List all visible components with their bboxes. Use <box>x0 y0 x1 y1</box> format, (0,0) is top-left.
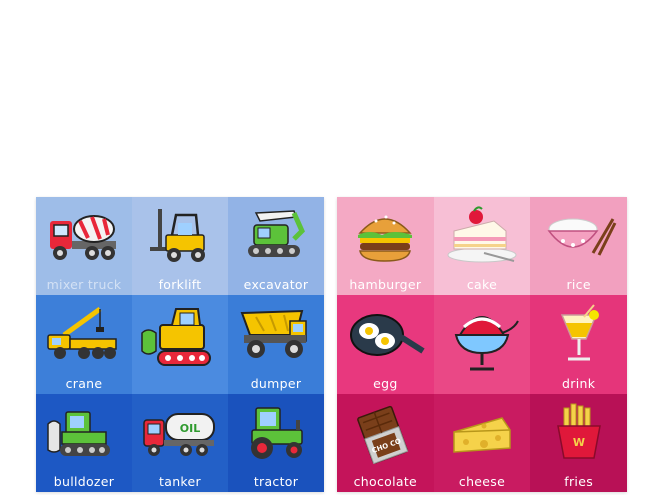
vehicle-label: tractor <box>253 474 299 489</box>
vehicle-label: dumper <box>250 375 302 391</box>
vehicle-cell <box>132 295 228 394</box>
tanker-icon: OIL <box>143 412 215 456</box>
food-cell: W fries <box>530 393 627 492</box>
food-label: drink <box>562 375 596 391</box>
food-cell: rice <box>530 197 627 296</box>
vehicle-cell: mixer truck <box>36 197 132 296</box>
excavator-icon <box>248 210 305 257</box>
food-cell: egg <box>337 295 434 394</box>
vehicle-cell: bulldozer <box>36 393 132 492</box>
food-label: cake <box>466 277 498 293</box>
cheese-icon <box>453 416 511 453</box>
vehicle-cell: tractor <box>228 393 324 492</box>
vehicle-label: bulldozer <box>53 474 115 489</box>
shaved-ice-icon <box>454 316 519 371</box>
food-cell: drink <box>530 295 627 394</box>
food-label: egg <box>373 375 398 391</box>
vehicle-cell: dumper <box>228 295 324 394</box>
food-cell: cake <box>433 197 531 296</box>
egg-pan-icon <box>350 314 425 357</box>
fries-icon: W <box>556 403 601 459</box>
drink-glass-icon <box>560 304 599 361</box>
vehicle-label: tanker <box>159 474 201 489</box>
food-label: rice <box>566 277 591 293</box>
cake-icon <box>447 206 517 263</box>
food-cell: CHO CO chocolate <box>337 393 434 492</box>
food-label: hamburger <box>349 277 422 293</box>
vehicle-cell: excavator <box>228 197 324 296</box>
vehicle-label: crane <box>65 375 103 391</box>
tanker-oil-text: OIL <box>180 422 200 435</box>
vehicle-cell: forklift <box>132 197 228 296</box>
hamburger-icon <box>358 215 413 262</box>
food-cell: cheese <box>433 393 531 492</box>
vehicle-cell: crane <box>36 295 132 394</box>
food-label: chocolate <box>353 474 418 489</box>
food-label: cheese <box>458 474 506 489</box>
food-label: fries <box>564 474 594 489</box>
vehicle-label: excavator <box>243 277 309 293</box>
rice-bowl-icon <box>547 218 616 256</box>
vehicle-label: forklift <box>158 277 202 293</box>
vehicle-cell: OIL tanker <box>132 393 228 492</box>
mixer-truck-icon <box>50 215 116 260</box>
fries-logo-text: W <box>573 436 585 449</box>
vehicle-label: mixer truck <box>46 277 122 293</box>
chocolate-bar-icon: CHO CO <box>357 405 409 464</box>
crane-icon <box>47 307 117 360</box>
foods-card: hamburger cake rice egg drink CHO CO cho… <box>337 197 627 492</box>
food-cell: hamburger <box>337 197 434 296</box>
food-cell <box>433 295 531 394</box>
tractor-icon <box>251 406 303 459</box>
bulldozer-icon <box>47 410 110 456</box>
roller-dozer-icon <box>141 308 211 367</box>
forklift-icon <box>150 209 205 262</box>
vehicles-card: mixer truck forklift excavator crane dum… <box>36 197 324 492</box>
dumper-icon <box>240 310 307 359</box>
